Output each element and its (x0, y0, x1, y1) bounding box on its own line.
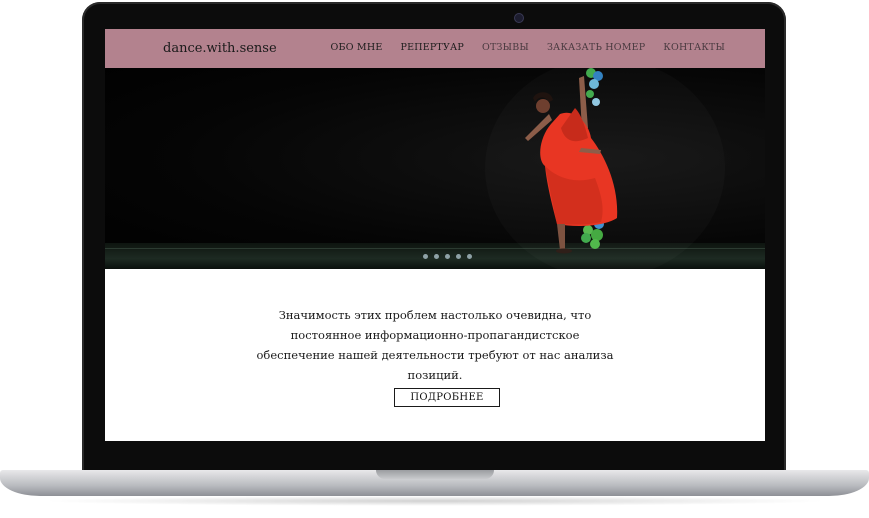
intro-text: Значимость этих проблем настолько очевид… (256, 308, 614, 382)
laptop-shadow (40, 496, 830, 506)
laptop-notch (376, 470, 494, 479)
navbar: dance.with.sense ОБО МНЕ РЕПЕРТУАР ОТЗЫВ… (105, 29, 765, 68)
nav-item-reviews[interactable]: ОТЗЫВЫ (482, 42, 529, 53)
camera-icon (514, 13, 524, 23)
slider-dot-3[interactable] (445, 254, 450, 259)
nav-item-about[interactable]: ОБО МНЕ (331, 42, 383, 53)
nav-item-contacts[interactable]: КОНТАКТЫ (663, 42, 725, 53)
site-logo[interactable]: dance.with.sense (163, 41, 277, 56)
nav-item-repertoire[interactable]: РЕПЕРТУАР (400, 42, 464, 53)
hero-slider[interactable] (105, 68, 765, 269)
slider-dot-5[interactable] (467, 254, 472, 259)
slider-dots (423, 254, 472, 259)
more-button[interactable]: ПОДРОБНЕЕ (394, 388, 500, 407)
intro-section: Значимость этих проблем настолько очевид… (105, 269, 765, 441)
nav-item-order[interactable]: ЗАКАЗАТЬ НОМЕР (547, 42, 645, 53)
dancer-image (525, 68, 618, 254)
main-nav: ОБО МНЕ РЕПЕРТУАР ОТЗЫВЫ ЗАКАЗАТЬ НОМЕР … (331, 42, 725, 53)
website-screen: dance.with.sense ОБО МНЕ РЕПЕРТУАР ОТЗЫВ… (105, 29, 765, 441)
slider-dot-4[interactable] (456, 254, 461, 259)
slider-dot-2[interactable] (434, 254, 439, 259)
slider-dot-1[interactable] (423, 254, 428, 259)
